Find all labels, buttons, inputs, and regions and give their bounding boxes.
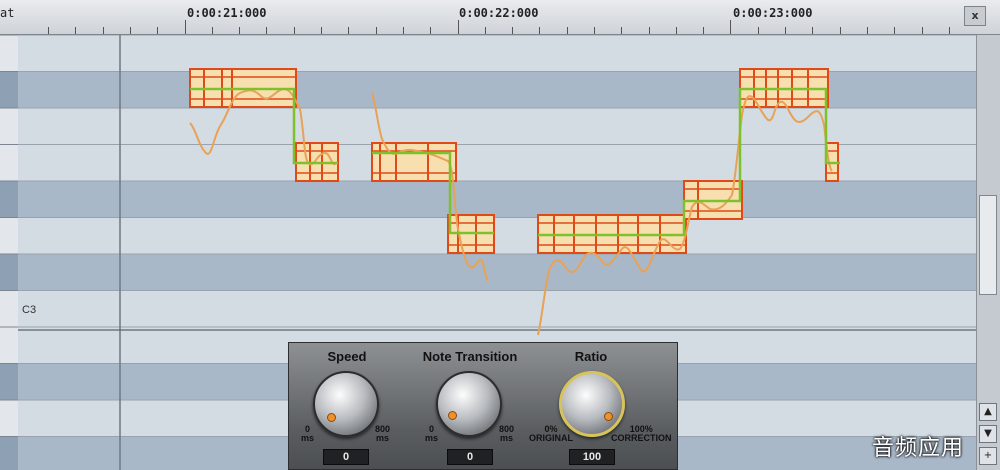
ruler-tick — [649, 27, 650, 34]
ruler-tick — [894, 27, 895, 34]
correction-panel: Speed 0 ms 800 ms 0 Note Transition 0 ms… — [288, 342, 678, 470]
piano-key — [0, 363, 18, 400]
piano-key — [0, 254, 18, 291]
pitch-lane — [18, 290, 976, 327]
ruler-tick — [157, 27, 158, 34]
ruler-tick — [922, 27, 923, 34]
ruler-tick — [621, 27, 622, 34]
ruler-tick — [949, 27, 950, 34]
ruler-tick — [239, 27, 240, 34]
pitch-lane — [18, 108, 976, 145]
ruler-tick — [103, 27, 104, 34]
ruler-tick — [758, 27, 759, 34]
scroll-thumb[interactable] — [979, 195, 997, 295]
piano-keys — [0, 35, 18, 470]
scroll-up-button[interactable]: ▲ — [979, 403, 997, 421]
piano-key — [0, 217, 18, 254]
time-label-21: 0:00:21:000 — [187, 6, 267, 20]
ruler-tick — [266, 27, 267, 34]
ruler-tick — [48, 27, 49, 34]
piano-key — [0, 327, 18, 364]
note-block — [371, 142, 457, 182]
ruler-tick — [403, 27, 404, 34]
piano-key — [0, 144, 18, 181]
piano-key — [0, 71, 18, 108]
speed-min-label: 0 ms — [301, 424, 315, 443]
ruler-tick — [348, 27, 349, 34]
vertical-scrollbar[interactable]: ▲ ▼ + — [976, 35, 1000, 470]
speed-knob[interactable] — [313, 371, 379, 437]
close-button[interactable]: x — [964, 6, 986, 26]
ruler-tick — [75, 27, 76, 34]
time-label-22: 0:00:22:000 — [459, 6, 539, 20]
ruler-tick — [185, 20, 186, 34]
piano-key — [0, 108, 18, 145]
ruler-tick — [512, 27, 513, 34]
scroll-down-button[interactable]: ▼ — [979, 425, 997, 443]
ratio-value[interactable]: 100 — [569, 449, 615, 465]
ruler-tick — [867, 27, 868, 34]
ruler-tick — [212, 27, 213, 34]
piano-key — [0, 35, 18, 72]
note-transition-min-label: 0 ms — [425, 424, 439, 443]
time-label-23: 0:00:23:000 — [733, 6, 813, 20]
speed-title: Speed — [327, 349, 367, 364]
note-transition-title: Note Transition — [422, 349, 518, 364]
ratio-min-label: 0% ORIGINAL — [529, 424, 573, 443]
zoom-plus-button[interactable]: + — [979, 447, 997, 465]
note-transition-knob-indicator — [448, 411, 457, 420]
ruler-tick — [458, 20, 459, 34]
speed-value[interactable]: 0 — [323, 449, 369, 465]
ruler-tick — [430, 27, 431, 34]
ruler-tick — [840, 27, 841, 34]
ruler-tick — [539, 27, 540, 34]
note-transition-max-label: 800 ms — [499, 424, 515, 443]
pitch-lane — [18, 181, 976, 218]
ruler-tick — [676, 27, 677, 34]
ruler-tick — [594, 27, 595, 34]
ratio-knob-indicator — [604, 412, 613, 421]
ruler-tick — [130, 27, 131, 34]
pitch-lane — [18, 217, 976, 254]
piano-key — [0, 400, 18, 437]
time-format-label: at — [0, 6, 15, 20]
note-transition-value[interactable]: 0 — [447, 449, 493, 465]
pitch-lane — [18, 35, 976, 72]
speed-max-label: 800 ms — [375, 424, 391, 443]
pitch-lane — [18, 254, 976, 291]
note-transition-knob[interactable] — [436, 371, 502, 437]
timeline-ruler[interactable]: at 0:00:21:000 0:00:22:000 0:00:23:000 x — [0, 0, 1000, 35]
pitch-lane — [18, 71, 976, 108]
watermark: 音频应用 — [872, 436, 965, 461]
piano-key — [0, 181, 18, 218]
ruler-tick — [376, 27, 377, 34]
note-label-c3: C3 — [22, 304, 37, 316]
ruler-tick — [730, 20, 731, 34]
ratio-title: Ratio — [574, 349, 608, 364]
ruler-tick — [703, 27, 704, 34]
ruler-tick — [567, 27, 568, 34]
piano-key — [0, 436, 18, 470]
ruler-tick — [294, 27, 295, 34]
ruler-tick — [812, 27, 813, 34]
ruler-tick — [485, 27, 486, 34]
ruler-tick — [785, 27, 786, 34]
piano-key — [0, 290, 18, 327]
ruler-tick — [321, 27, 322, 34]
speed-knob-indicator — [327, 413, 336, 422]
ratio-max-label: 100% CORRECTION — [611, 424, 672, 443]
